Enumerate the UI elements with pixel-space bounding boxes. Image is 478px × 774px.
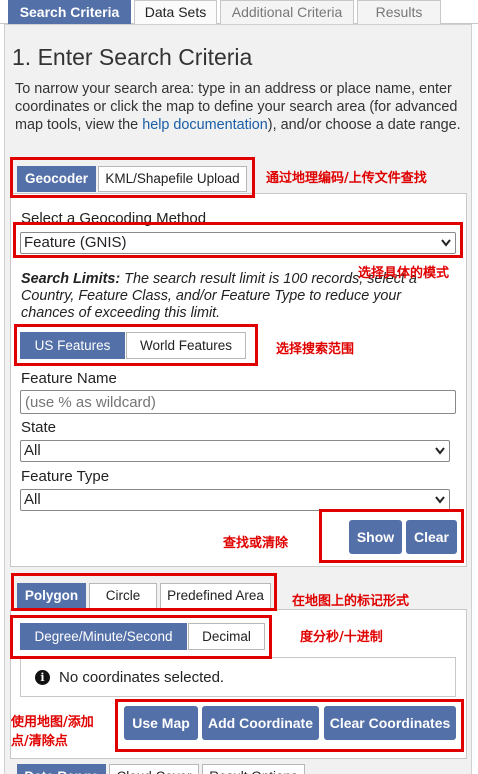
annotation-geocode-upload: 通过地理编码/上传文件查找: [266, 171, 427, 186]
feature-type-value: All: [24, 491, 41, 508]
intro-text: To narrow your search area: type in an a…: [15, 80, 465, 134]
feature-type-label: Feature Type: [21, 468, 110, 485]
annotation-map-add-clear-2: 点/清除点: [11, 734, 68, 749]
info-icon: i: [35, 670, 50, 685]
search-limits-label: Search Limits:: [21, 271, 121, 287]
tab-results[interactable]: Results: [357, 0, 441, 24]
annotation-box-scope: [14, 324, 258, 366]
feature-name-label: Feature Name: [21, 370, 117, 387]
feature-type-select[interactable]: All: [20, 489, 450, 511]
annotation-map-add-clear-1: 使用地图/添加: [11, 715, 94, 730]
intro-text-end: ), and/or choose a date range.: [267, 117, 461, 133]
annotation-box-format: [10, 615, 272, 659]
tab-data-sets[interactable]: Data Sets: [134, 0, 217, 24]
no-coordinates-message: No coordinates selected.: [59, 669, 225, 686]
tab-additional-criteria[interactable]: Additional Criteria: [220, 0, 354, 24]
state-value: All: [24, 442, 41, 459]
annotation-dms-decimal: 度分秒/十进制: [300, 630, 383, 645]
tab-result-options[interactable]: Result Options: [202, 764, 305, 774]
help-documentation-link[interactable]: help documentation: [142, 117, 268, 133]
annotation-box-geocoder: [10, 157, 255, 198]
tab-date-range[interactable]: Date Range: [17, 764, 106, 774]
feature-name-input[interactable]: [20, 390, 456, 414]
annotation-marker-shape: 在地图上的标记形式: [292, 594, 410, 609]
annotation-mode-select: 选择具体的模式: [358, 266, 450, 281]
section-title: 1. Enter Search Criteria: [12, 44, 253, 70]
annotation-box-show-clear: [319, 509, 464, 563]
annotation-find-clear: 查找或清除: [223, 536, 289, 551]
chevron-down-icon: [435, 447, 445, 455]
tab-search-criteria[interactable]: Search Criteria: [8, 0, 131, 24]
coordinates-list: i No coordinates selected.: [20, 657, 456, 697]
state-label: State: [21, 419, 57, 436]
tab-cloud-cover[interactable]: Cloud Cover: [109, 764, 199, 774]
annotation-scope-select: 选择搜索范围: [276, 342, 355, 357]
annotation-box-map-buttons: [115, 699, 464, 752]
chevron-down-icon: [435, 496, 445, 504]
top-tab-bar: Search Criteria Data Sets Additional Cri…: [0, 0, 478, 24]
annotation-box-method: [13, 222, 463, 258]
state-select[interactable]: All: [20, 440, 450, 462]
annotation-box-shape: [11, 573, 277, 611]
